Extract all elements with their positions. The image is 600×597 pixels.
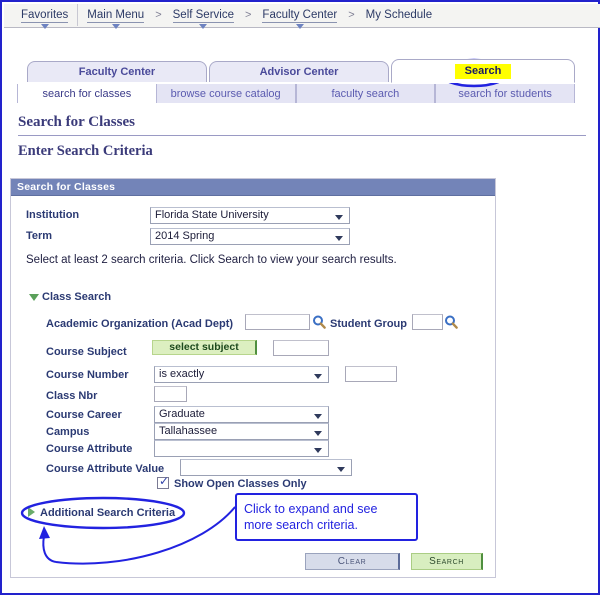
course-subject-input[interactable] [273, 340, 329, 356]
subtab-label: browse course catalog [170, 88, 281, 100]
chevron-down-icon [314, 448, 322, 453]
panel-header: Search for Classes [11, 179, 495, 196]
subtab-label: search for classes [42, 88, 132, 100]
course-career-label: Course Career [46, 409, 122, 421]
search-instruction: Select at least 2 search criteria. Click… [26, 254, 397, 266]
page-title: Search for Classes [18, 114, 135, 130]
course-attribute-value-label: Course Attribute Value [46, 463, 165, 475]
breadcrumb-item-main-menu[interactable]: Main Menu [78, 4, 153, 29]
subtab-search-for-students[interactable]: search for students [435, 84, 575, 103]
tab-advisor-center[interactable]: Advisor Center [209, 61, 389, 82]
subtab-strip: search for classes browse course catalog… [17, 83, 575, 103]
course-number-input[interactable] [345, 366, 397, 382]
term-value: 2014 Spring [155, 230, 215, 242]
subtab-label: search for students [458, 88, 552, 100]
breadcrumb: Favorites Main Menu > Self Service > Fac… [4, 4, 600, 29]
chevron-down-icon [40, 24, 49, 29]
expand-triangle-icon[interactable] [28, 507, 35, 517]
breadcrumb-separator: > [348, 9, 355, 21]
collapse-triangle-icon[interactable] [29, 294, 39, 301]
breadcrumb-item-favorites[interactable]: Favorites [12, 4, 79, 29]
breadcrumb-item-self-service[interactable]: Self Service [164, 4, 243, 29]
student-group-label: Student Group [330, 318, 407, 330]
institution-select[interactable]: Florida State University [150, 207, 350, 224]
course-career-select[interactable]: Graduate [154, 406, 329, 423]
course-attribute-select[interactable] [154, 440, 329, 457]
chevron-down-icon [199, 24, 208, 29]
class-search-label[interactable]: Class Search [42, 291, 111, 303]
subtab-search-for-classes[interactable]: search for classes [17, 84, 156, 103]
tab-faculty-center[interactable]: Faculty Center [27, 61, 207, 82]
campus-value: Tallahassee [159, 425, 218, 437]
campus-select[interactable]: Tallahassee [154, 423, 329, 440]
student-group-input[interactable] [412, 314, 443, 330]
tab-search[interactable]: Search [391, 59, 575, 83]
class-nbr-input[interactable] [154, 386, 187, 402]
select-subject-button[interactable]: select subject [152, 340, 257, 355]
tab-label: Faculty Center [78, 66, 156, 78]
tab-strip: Faculty Center Advisor Center Search [27, 59, 575, 83]
term-label: Term [26, 230, 53, 242]
breadcrumb-separator: > [155, 9, 162, 21]
class-nbr-label: Class Nbr [46, 390, 98, 402]
show-open-classes-label: Show Open Classes Only [174, 478, 307, 490]
breadcrumb-label: Main Menu [87, 9, 145, 23]
course-number-label: Course Number [46, 369, 129, 381]
institution-value: Florida State University [155, 209, 269, 221]
annotation-callout-line2: more search criteria. [244, 518, 358, 532]
show-open-classes-checkbox[interactable]: ✓ [157, 474, 170, 489]
annotation-callout-line1: Click to expand and see [244, 502, 378, 516]
breadcrumb-label: Self Service [172, 9, 234, 23]
breadcrumb-item-faculty-center[interactable]: Faculty Center [253, 4, 346, 29]
chevron-down-icon [335, 236, 343, 241]
institution-label: Institution [26, 209, 80, 221]
course-attribute-value-select[interactable] [180, 459, 352, 476]
course-career-value: Graduate [159, 408, 205, 420]
course-number-operator-value: is exactly [159, 368, 205, 380]
chevron-down-icon [314, 374, 322, 379]
chevron-down-icon [111, 24, 120, 29]
additional-search-criteria-label[interactable]: Additional Search Criteria [40, 507, 175, 519]
clear-button[interactable]: Clear [305, 553, 400, 570]
chevron-down-icon [337, 467, 345, 472]
academic-organization-label: Academic Organization (Acad Dept) [46, 318, 234, 330]
tab-label: Advisor Center [259, 66, 339, 78]
breadcrumb-label: Favorites [21, 9, 69, 23]
lookup-search-icon[interactable] [312, 315, 326, 329]
breadcrumb-label: My Schedule [365, 9, 433, 21]
chevron-down-icon [335, 215, 343, 220]
campus-label: Campus [46, 426, 90, 438]
term-select[interactable]: 2014 Spring [150, 228, 350, 245]
academic-organization-input[interactable] [245, 314, 310, 330]
lookup-search-icon[interactable] [444, 315, 458, 329]
breadcrumb-label: Faculty Center [262, 9, 338, 23]
subtab-browse-course-catalog[interactable]: browse course catalog [155, 84, 296, 103]
tab-label: Search [454, 64, 512, 79]
chevron-down-icon [295, 24, 304, 29]
check-icon: ✓ [159, 474, 170, 488]
chevron-down-icon [314, 431, 322, 436]
browser-page-frame: Favorites Main Menu > Self Service > Fac… [0, 0, 600, 595]
course-subject-label: Course Subject [46, 346, 127, 358]
breadcrumb-separator: > [244, 9, 252, 21]
section-title: Enter Search Criteria [18, 143, 153, 159]
breadcrumb-item-my-schedule[interactable]: My Schedule [357, 4, 441, 26]
chevron-down-icon [314, 414, 322, 419]
search-button[interactable]: Search [411, 553, 483, 570]
course-attribute-label: Course Attribute [46, 443, 133, 455]
subtab-label: faculty search [331, 88, 400, 100]
course-number-operator-select[interactable]: is exactly [154, 366, 329, 383]
annotation-callout: Click to expand and see more search crit… [235, 493, 418, 541]
subtab-faculty-search[interactable]: faculty search [295, 84, 436, 103]
title-divider [18, 135, 586, 136]
breadcrumb-bar: Favorites Main Menu > Self Service > Fac… [4, 4, 600, 29]
